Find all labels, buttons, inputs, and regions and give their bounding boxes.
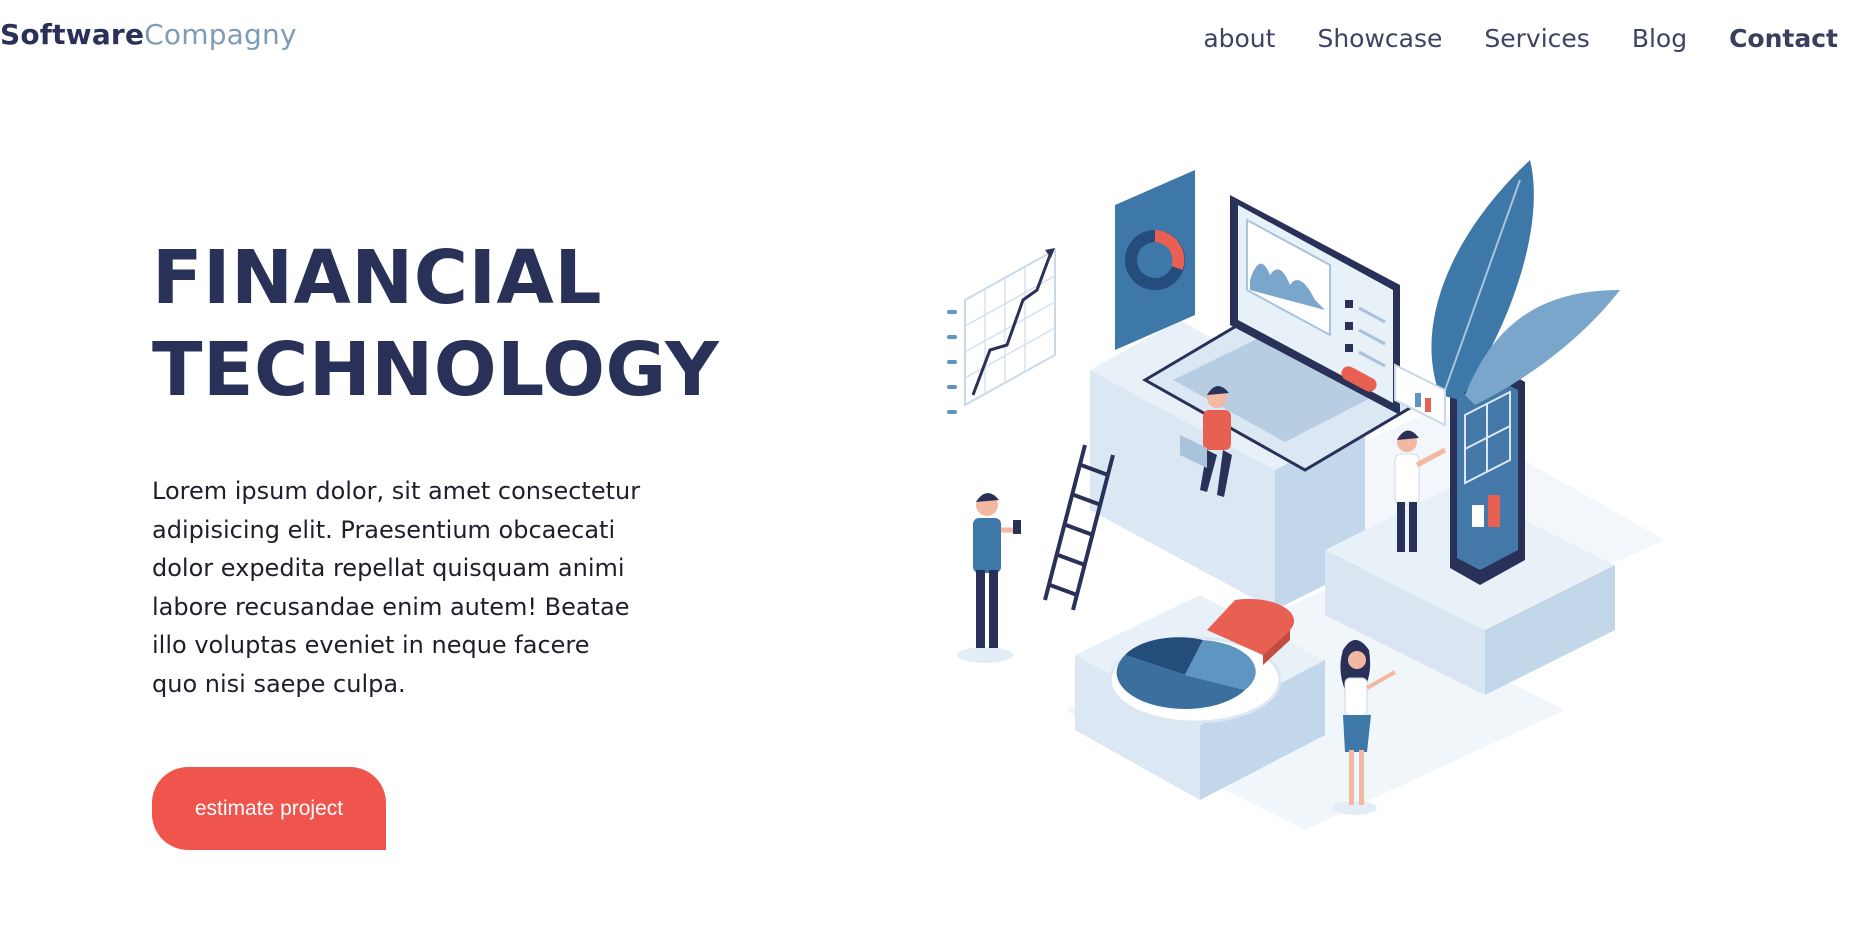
nav-link-about[interactable]: about: [1203, 24, 1275, 53]
donut-chart-card: [1115, 170, 1195, 350]
nav-link-services[interactable]: Services: [1484, 24, 1589, 53]
main-nav: about Showcase Services Blog Contact: [1161, 24, 1838, 53]
hero-description: Lorem ipsum dolor, sit amet consectetur …: [152, 477, 641, 698]
logo-light-text: Compagny: [144, 18, 297, 51]
hero-title-line-2: TECHNOLOGY: [152, 327, 720, 413]
landing-page: SoftwareCompagny about Showcase Services…: [0, 0, 1860, 927]
person-with-phone: [957, 492, 1021, 663]
hero-title: FINANCIAL TECHNOLOGY: [152, 232, 719, 416]
logo-bold-text: Software: [0, 18, 145, 51]
fintech-isometric-illustration: [947, 160, 1665, 830]
nav-link-showcase[interactable]: Showcase: [1317, 24, 1442, 53]
estimate-project-button[interactable]: estimate project: [152, 767, 386, 850]
nav-link-contact[interactable]: Contact: [1729, 24, 1838, 53]
growth-chart-panel: [947, 248, 1056, 414]
hero-title-line-1: FINANCIAL: [152, 235, 602, 321]
nav-link-blog[interactable]: Blog: [1632, 24, 1687, 53]
plant: [1431, 160, 1620, 405]
site-logo[interactable]: SoftwareCompagny: [0, 18, 297, 51]
